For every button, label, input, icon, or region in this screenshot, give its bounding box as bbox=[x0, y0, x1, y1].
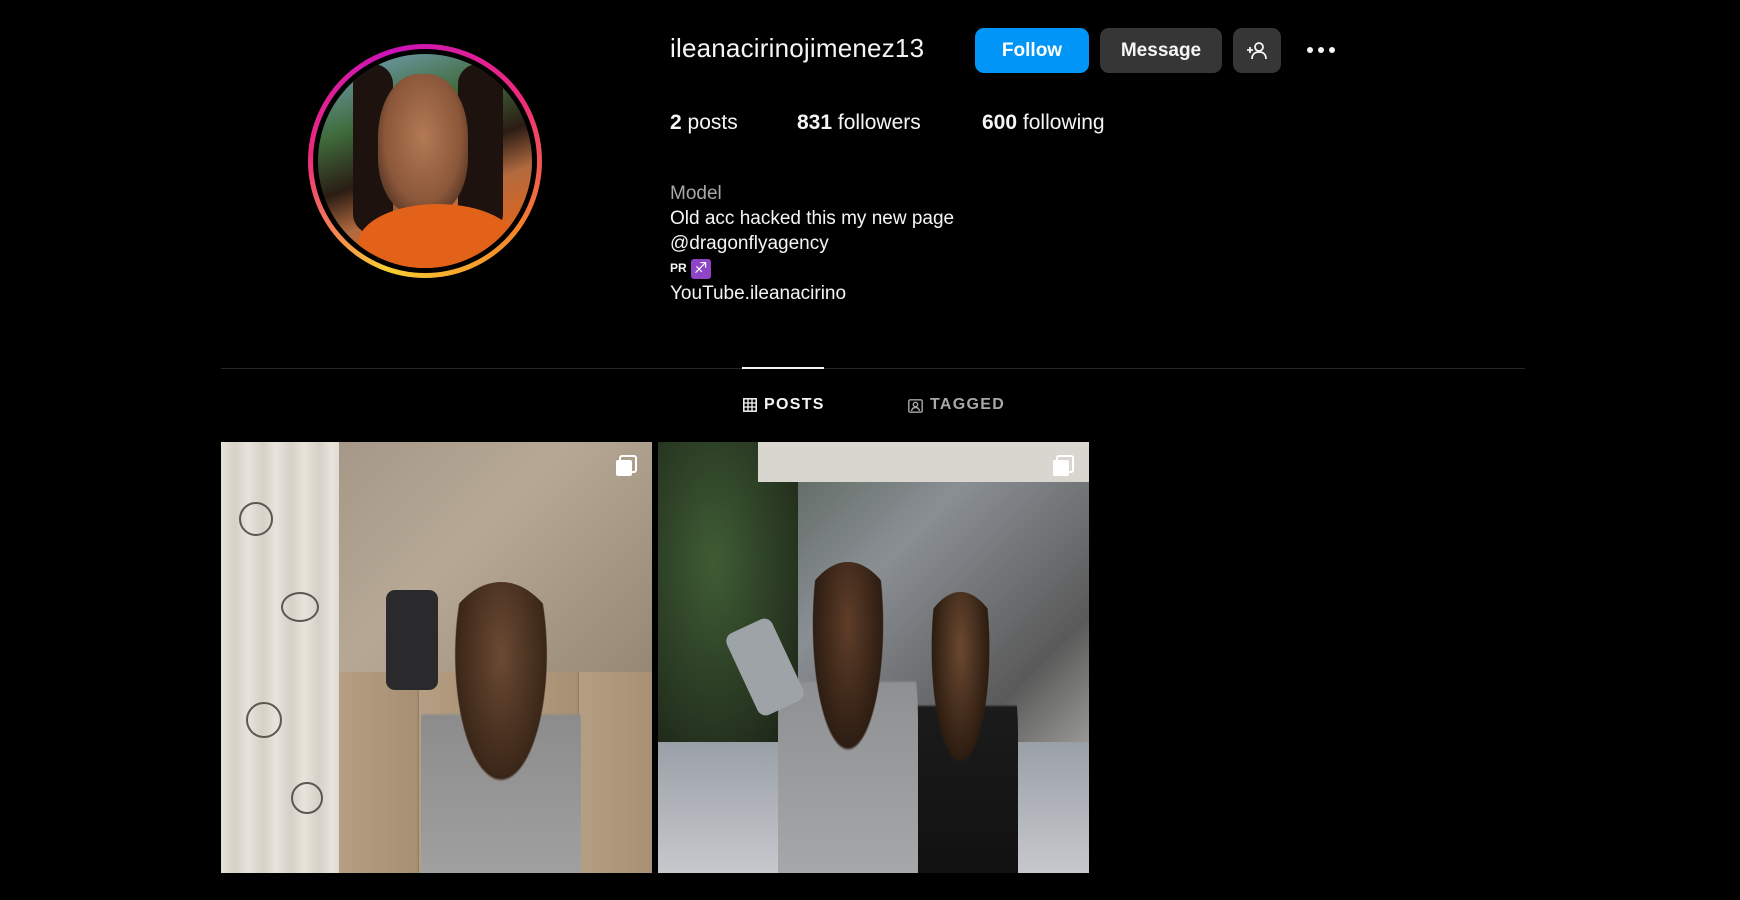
tabs-divider bbox=[221, 368, 1525, 369]
profile-username: ileanacirinojimenez13 bbox=[670, 33, 925, 63]
post-image-person bbox=[421, 582, 581, 873]
tab-tagged[interactable]: TAGGED bbox=[908, 396, 1005, 414]
bio-mention-link[interactable]: @dragonflyagency bbox=[670, 231, 954, 256]
post-image-shell bbox=[281, 592, 319, 622]
post-image-shell bbox=[291, 782, 323, 814]
post-image-shell bbox=[239, 502, 273, 536]
post-thumbnail[interactable] bbox=[221, 442, 652, 873]
post-thumbnail[interactable] bbox=[658, 442, 1089, 873]
following-link[interactable]: 600 following bbox=[982, 111, 1105, 135]
more-options-icon-dot bbox=[1307, 47, 1313, 53]
bio-category: Model bbox=[670, 183, 722, 204]
avatar-face bbox=[378, 74, 468, 214]
followers-link[interactable]: 831 followers bbox=[797, 111, 921, 135]
person-add-icon bbox=[1247, 41, 1267, 59]
posts-count-number: 2 bbox=[670, 111, 682, 134]
tagged-icon bbox=[908, 398, 923, 413]
bio-line: Old acc hacked this my new page bbox=[670, 208, 955, 229]
post-image-curtain bbox=[221, 442, 339, 873]
following-count-number: 600 bbox=[982, 111, 1018, 134]
post-image-phone bbox=[386, 590, 438, 690]
tab-tagged-label: TAGGED bbox=[930, 396, 1006, 413]
carousel-icon bbox=[1053, 455, 1074, 476]
add-user-button[interactable] bbox=[1233, 28, 1281, 73]
carousel-icon bbox=[616, 455, 637, 476]
active-tab-indicator bbox=[742, 367, 824, 369]
more-options-icon-dot bbox=[1318, 47, 1324, 53]
bio-pr-text: PR bbox=[670, 261, 687, 275]
follow-button[interactable]: Follow bbox=[975, 28, 1089, 73]
following-count-label: following bbox=[1022, 111, 1105, 134]
followers-count-number: 831 bbox=[797, 111, 833, 134]
more-options-button[interactable] bbox=[1302, 30, 1340, 70]
message-button[interactable]: Message bbox=[1100, 28, 1222, 73]
profile-bio: Model Old acc hacked this my new page @d… bbox=[670, 181, 954, 306]
tab-posts-label: POSTS bbox=[764, 396, 825, 413]
bio-pr-line: PR ♐ bbox=[670, 256, 954, 281]
post-image-shell bbox=[246, 702, 282, 738]
profile-avatar-story-ring[interactable] bbox=[308, 44, 542, 278]
bio-external-link[interactable]: YouTube.ileanacirino bbox=[670, 281, 954, 306]
profile-avatar[interactable] bbox=[318, 54, 532, 268]
post-image-person bbox=[778, 562, 918, 873]
followers-count-label: followers bbox=[837, 111, 921, 134]
posts-count: 2 posts bbox=[670, 111, 738, 135]
sagittarius-emoji-icon: ♐ bbox=[690, 258, 711, 279]
grid-icon bbox=[743, 398, 757, 412]
posts-count-label: posts bbox=[687, 111, 738, 134]
more-options-icon-dot bbox=[1329, 47, 1335, 53]
tab-posts[interactable]: POSTS bbox=[743, 396, 825, 414]
post-image-pergola bbox=[758, 442, 1089, 482]
post-image-person bbox=[903, 592, 1018, 873]
